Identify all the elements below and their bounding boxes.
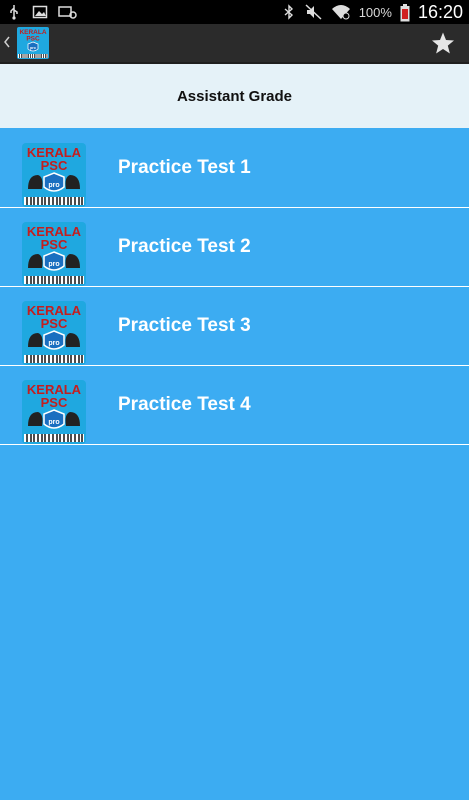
- svg-text:PSC: PSC: [41, 395, 68, 410]
- list-item[interactable]: KERALA PSC pro Practice Test 1: [0, 129, 469, 208]
- bluetooth-icon: [281, 4, 297, 20]
- svg-text:PSC: PSC: [41, 237, 68, 252]
- status-bar: 100% 16:20: [0, 0, 469, 24]
- battery-percent: 100%: [358, 4, 392, 20]
- list-item-label: Practice Test 3: [118, 315, 251, 336]
- kerala-psc-logo-icon: KERALA PSC pro: [22, 143, 86, 207]
- wifi-icon: [331, 4, 351, 20]
- list-item-label: Practice Test 4: [118, 394, 251, 415]
- svg-text:PSC: PSC: [26, 36, 40, 43]
- app-logo[interactable]: KERALA PSC pro: [17, 27, 49, 59]
- list-item[interactable]: KERALA PSC pro Practice Test 4: [0, 366, 469, 445]
- practice-test-list: KERALA PSC pro Practice Test 1 KERALA PS…: [0, 129, 469, 445]
- status-bar-notifications: [6, 0, 78, 24]
- svg-text:PSC: PSC: [41, 316, 68, 331]
- category-header: Assistant Grade: [0, 64, 469, 128]
- kerala-psc-logo-icon: KERALA PSC pro: [22, 301, 86, 365]
- svg-text:pro: pro: [30, 46, 36, 50]
- status-bar-system: 100% 16:20: [281, 0, 463, 24]
- up-navigation-icon[interactable]: [2, 32, 12, 52]
- list-item[interactable]: KERALA PSC pro Practice Test 3: [0, 287, 469, 366]
- svg-text:KERALA: KERALA: [19, 29, 46, 36]
- list-item-label: Practice Test 1: [118, 157, 251, 178]
- svg-text:pro: pro: [48, 261, 59, 268]
- image-icon: [32, 4, 48, 20]
- favorite-star-icon[interactable]: [429, 29, 457, 57]
- kerala-psc-logo-icon: KERALA PSC pro: [22, 380, 86, 444]
- list-item-label: Practice Test 2: [118, 236, 251, 257]
- battery-icon: [400, 4, 410, 22]
- clock: 16:20: [417, 1, 463, 22]
- usb-icon: [6, 4, 22, 20]
- kerala-psc-logo-icon: KERALA PSC pro: [22, 222, 86, 286]
- list-item[interactable]: KERALA PSC pro Practice Test 2: [0, 208, 469, 287]
- svg-text:pro: pro: [48, 182, 59, 189]
- svg-text:PSC: PSC: [41, 158, 68, 173]
- page-title: Assistant Grade: [176, 87, 293, 105]
- action-bar: KERALA PSC pro: [0, 24, 469, 64]
- mute-icon: [305, 4, 323, 20]
- svg-text:pro: pro: [48, 340, 59, 347]
- key-icon: [58, 4, 78, 20]
- svg-text:pro: pro: [48, 419, 59, 426]
